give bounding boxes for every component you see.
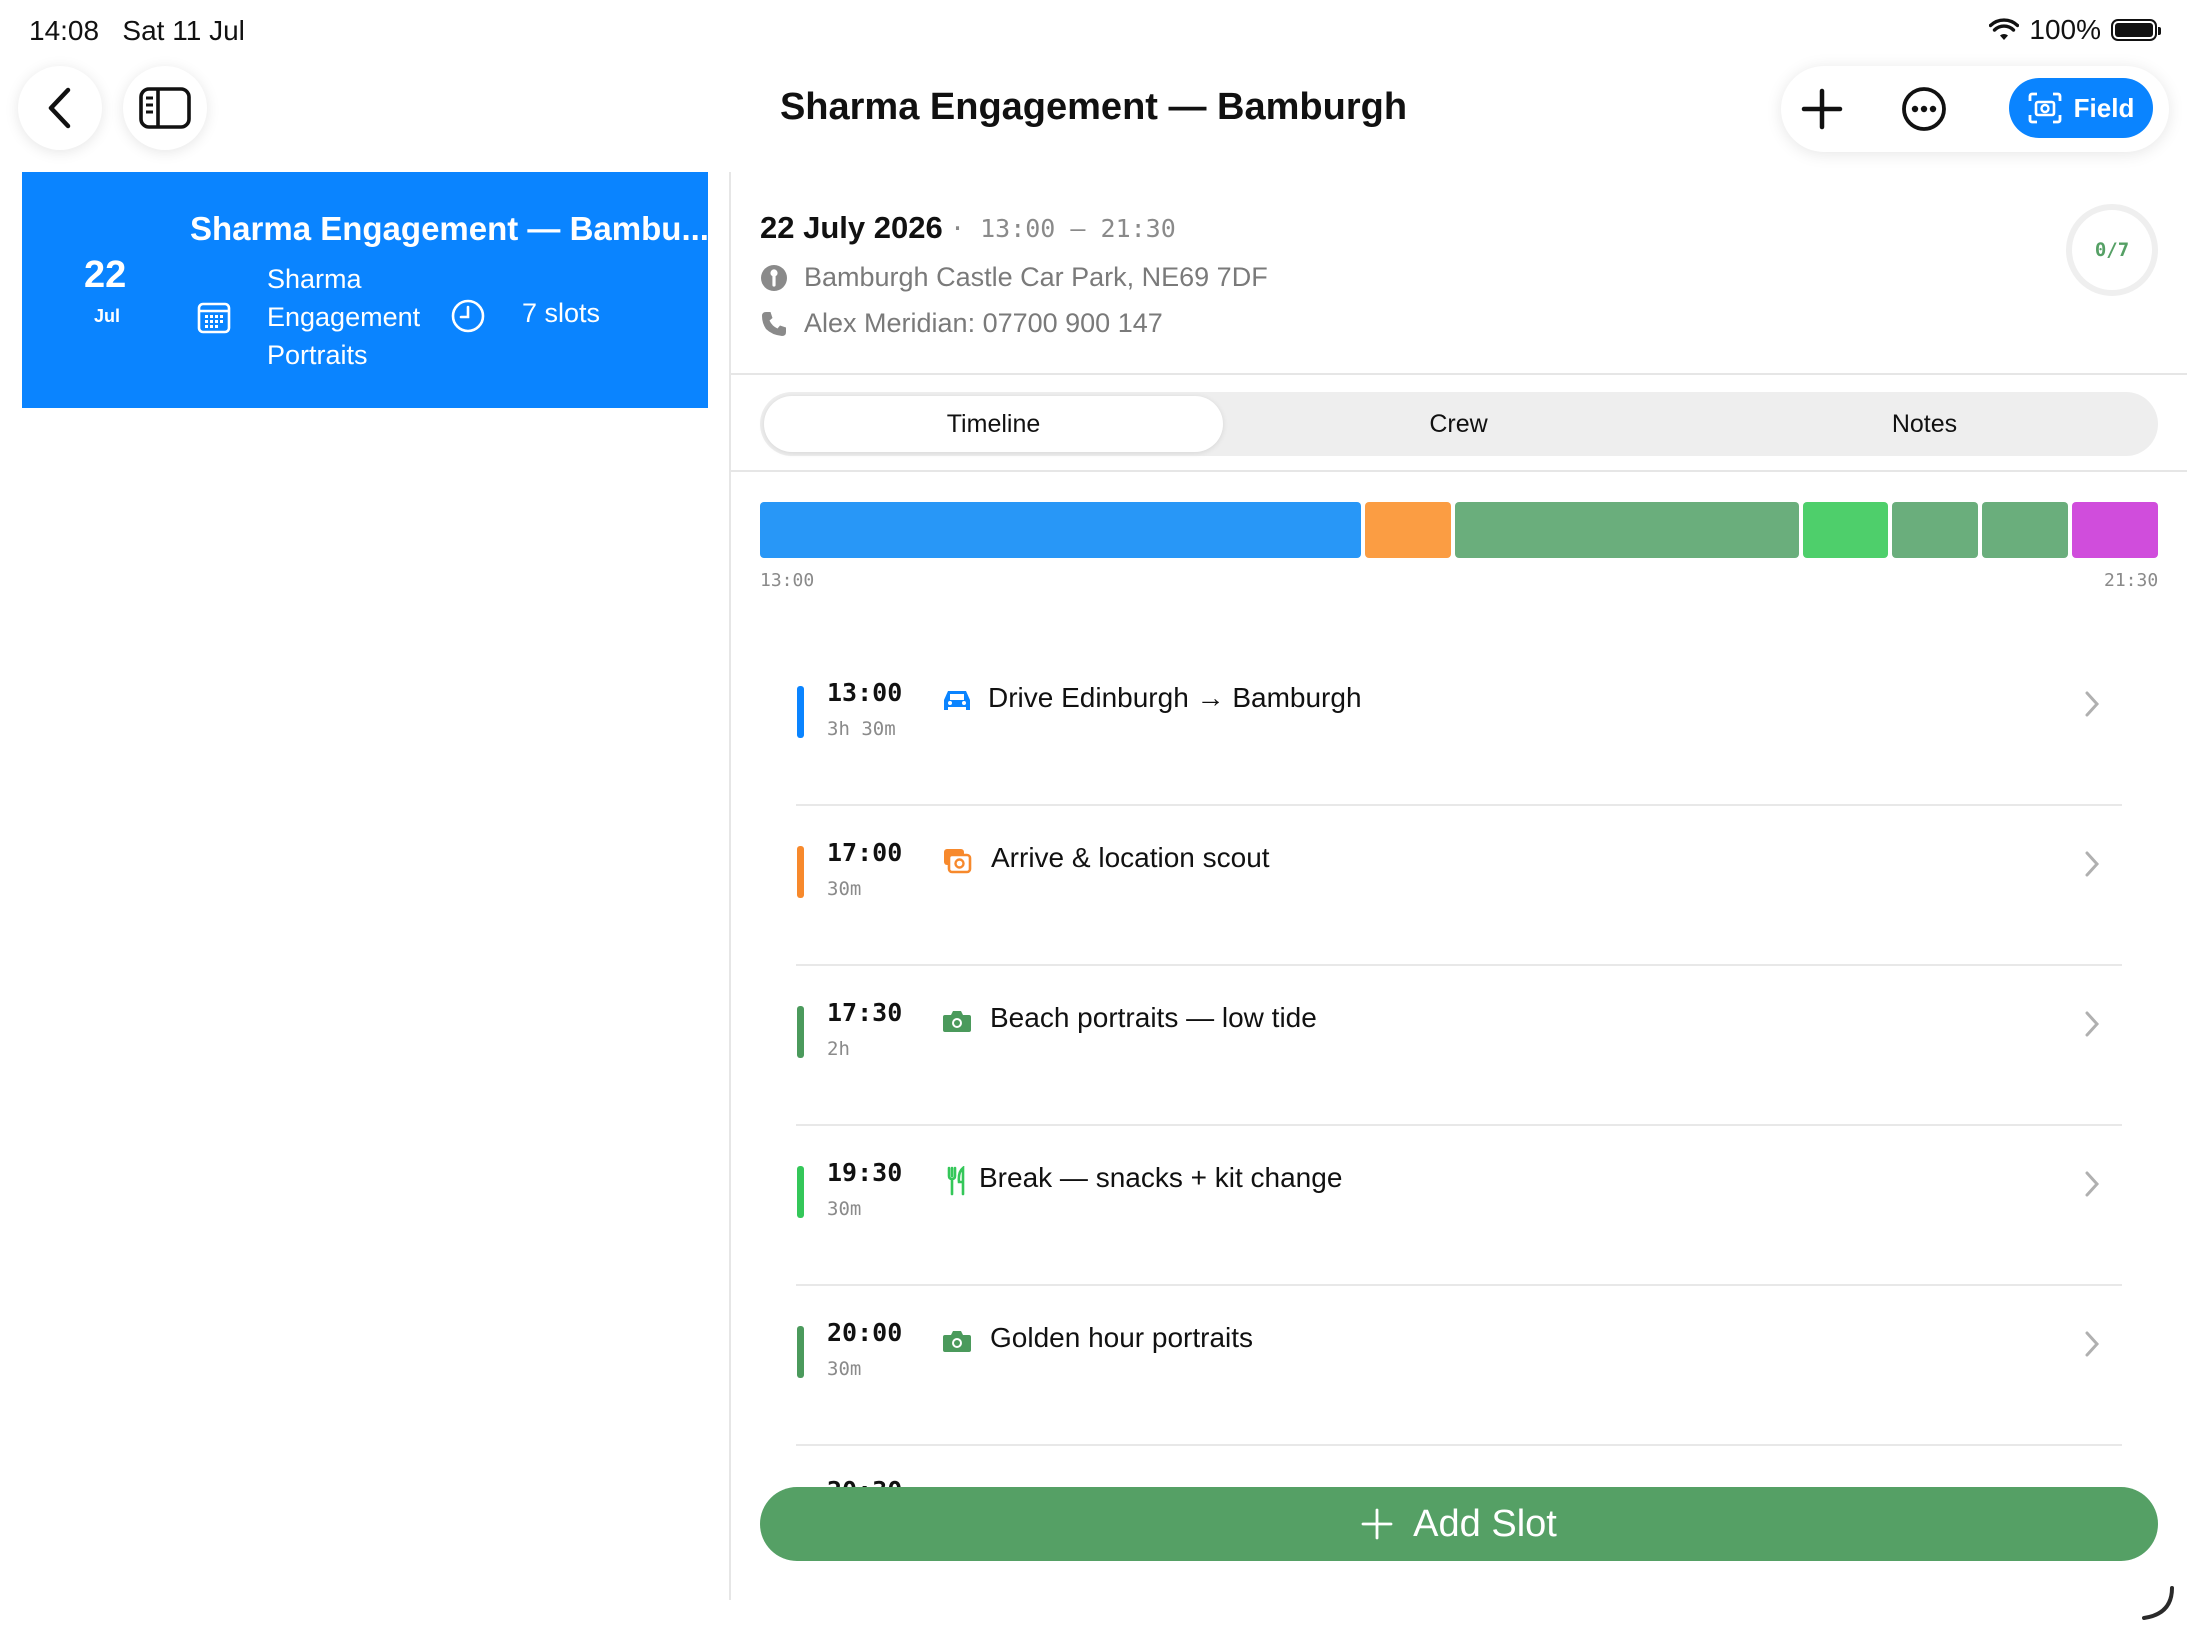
chevron-right-icon bbox=[2085, 691, 2100, 717]
row-divider bbox=[796, 1444, 2122, 1446]
contact-row[interactable]: Alex Meridian: 07700 900 147 bbox=[760, 308, 1163, 339]
slot-time: 17:30 bbox=[827, 998, 903, 1027]
add-slot-label: Add Slot bbox=[1413, 1502, 1557, 1545]
tab-timeline-label: Timeline bbox=[946, 409, 1041, 438]
camera-stack-icon bbox=[942, 846, 972, 876]
chevron-left-icon bbox=[48, 87, 71, 129]
status-date: Sat 11 Jul bbox=[122, 15, 245, 46]
slot-color-bar bbox=[797, 1006, 804, 1058]
chevron-right-icon bbox=[2085, 1331, 2100, 1357]
add-button[interactable] bbox=[1799, 86, 1845, 132]
sidebar-toggle-button[interactable] bbox=[123, 66, 207, 150]
battery-icon bbox=[2111, 19, 2161, 41]
slot-title: Arrive & location scout bbox=[991, 842, 1270, 873]
add-slot-button[interactable]: Add Slot bbox=[760, 1487, 2158, 1561]
slot-row[interactable]: 19:30 30m Break — snacks + kit change bbox=[796, 1126, 2122, 1286]
camera-icon bbox=[942, 1006, 972, 1036]
more-button[interactable] bbox=[1901, 86, 1947, 132]
view-switcher: Timeline Crew Notes bbox=[760, 392, 2158, 456]
slot-time: 17:00 bbox=[827, 838, 903, 867]
slot-row[interactable]: 20:00 30m Golden hour portraits bbox=[796, 1286, 2122, 1446]
map-pin-icon bbox=[761, 264, 787, 291]
tab-timeline[interactable]: Timeline bbox=[764, 396, 1223, 452]
slot-color-bar bbox=[797, 846, 804, 898]
tab-notes[interactable]: Notes bbox=[1695, 396, 2154, 452]
field-label: Field bbox=[2073, 92, 2135, 123]
status-time-date: 14:08 Sat 11 Jul bbox=[29, 15, 245, 47]
field-mode-button[interactable]: Field bbox=[2009, 78, 2153, 138]
battery-percent: 100% bbox=[2029, 14, 2101, 45]
shoot-type: Sharma Engagement Portraits bbox=[267, 264, 421, 370]
slot-duration: 2h bbox=[827, 1038, 850, 1060]
timeline-segment[interactable] bbox=[1455, 502, 1799, 558]
timeline-segment[interactable] bbox=[1892, 502, 1979, 558]
timeline-segment[interactable] bbox=[1802, 502, 1889, 558]
slot-color-bar bbox=[797, 686, 804, 738]
tabs-divider bbox=[731, 470, 2187, 472]
timeline-start-label: 13:00 bbox=[760, 570, 815, 591]
shoot-list-item-selected[interactable]: 22 Jul Sharma Engagement — Bambu... Shar… bbox=[22, 172, 709, 408]
ellipsis-circle-icon bbox=[1902, 87, 1946, 131]
wifi-icon bbox=[1989, 18, 2020, 40]
date-month: Jul bbox=[94, 306, 121, 326]
slot-title: Beach portraits — low tide bbox=[990, 1002, 1317, 1033]
shoot-time-range: · 13:00 — 21:30 bbox=[950, 214, 1176, 243]
split-divider bbox=[729, 172, 731, 1600]
sidebar-icon bbox=[139, 87, 191, 129]
timeline-segment[interactable] bbox=[760, 502, 1362, 558]
timeline-segment[interactable] bbox=[1982, 502, 2069, 558]
slot-row[interactable]: 17:00 30m Arrive & location scout bbox=[796, 806, 2122, 966]
header-divider bbox=[731, 373, 2187, 375]
tab-crew[interactable]: Crew bbox=[1229, 396, 1688, 452]
fork-knife-icon bbox=[942, 1166, 972, 1196]
tab-notes-label: Notes bbox=[1891, 409, 1958, 438]
location-text: Bamburgh Castle Car Park, NE69 7DF bbox=[804, 262, 1268, 292]
chevron-right-icon bbox=[2085, 851, 2100, 877]
date-day: 22 bbox=[84, 254, 127, 296]
timeline-end-label: 21:30 bbox=[2104, 570, 2159, 591]
location-row[interactable]: Bamburgh Castle Car Park, NE69 7DF bbox=[760, 262, 1268, 293]
resize-grabber-icon[interactable] bbox=[2138, 1584, 2178, 1624]
slot-time: 20:00 bbox=[827, 1318, 903, 1347]
slot-duration: 30m bbox=[827, 1198, 862, 1220]
slot-row[interactable]: 17:30 2h Beach portraits — low tide bbox=[796, 966, 2122, 1126]
timeline-segment[interactable] bbox=[2072, 502, 2158, 558]
slot-count: 7 slots bbox=[522, 298, 601, 328]
slot-color-bar bbox=[797, 1326, 804, 1378]
contact-text: Alex Meridian: 07700 900 147 bbox=[804, 308, 1163, 338]
shoot-title: Sharma Engagement — Bambu... bbox=[190, 210, 709, 247]
slot-time: 13:00 bbox=[827, 678, 903, 707]
slot-title: Drive Edinburgh → Bamburgh bbox=[988, 682, 1362, 713]
progress-count: 0/7 bbox=[2094, 239, 2130, 261]
timeline-segment[interactable] bbox=[1365, 502, 1451, 558]
tab-crew-label: Crew bbox=[1429, 409, 1488, 438]
chevron-right-icon bbox=[2085, 1011, 2100, 1037]
shoot-date: 22 July 2026 bbox=[760, 210, 943, 245]
status-indicators: 100% bbox=[1989, 14, 2161, 46]
plus-icon bbox=[1361, 1508, 1393, 1540]
status-time: 14:08 bbox=[29, 15, 100, 46]
camera-viewfinder-icon bbox=[2028, 92, 2062, 124]
toolbar-actions: Field bbox=[1781, 66, 2169, 152]
clock-icon bbox=[451, 299, 485, 333]
back-button[interactable] bbox=[18, 66, 102, 150]
phone-icon bbox=[762, 311, 786, 336]
slot-row[interactable]: 13:00 3h 30m Drive Edinburgh → Bamburgh bbox=[796, 646, 2122, 806]
progress-ring: 0/7 bbox=[2066, 204, 2158, 296]
chevron-right-icon bbox=[2085, 1171, 2100, 1197]
slot-time: 19:30 bbox=[827, 1158, 903, 1187]
slot-duration: 30m bbox=[827, 1358, 862, 1380]
plus-icon bbox=[1801, 88, 1843, 130]
calendar-icon bbox=[197, 302, 231, 334]
car-icon bbox=[942, 686, 972, 716]
camera-icon bbox=[942, 1326, 972, 1356]
slot-duration: 30m bbox=[827, 878, 862, 900]
slot-title: Break — snacks + kit change bbox=[979, 1162, 1343, 1193]
slot-title: Golden hour portraits bbox=[990, 1322, 1254, 1353]
slot-duration: 3h 30m bbox=[827, 718, 896, 740]
slot-color-bar bbox=[797, 1166, 804, 1218]
